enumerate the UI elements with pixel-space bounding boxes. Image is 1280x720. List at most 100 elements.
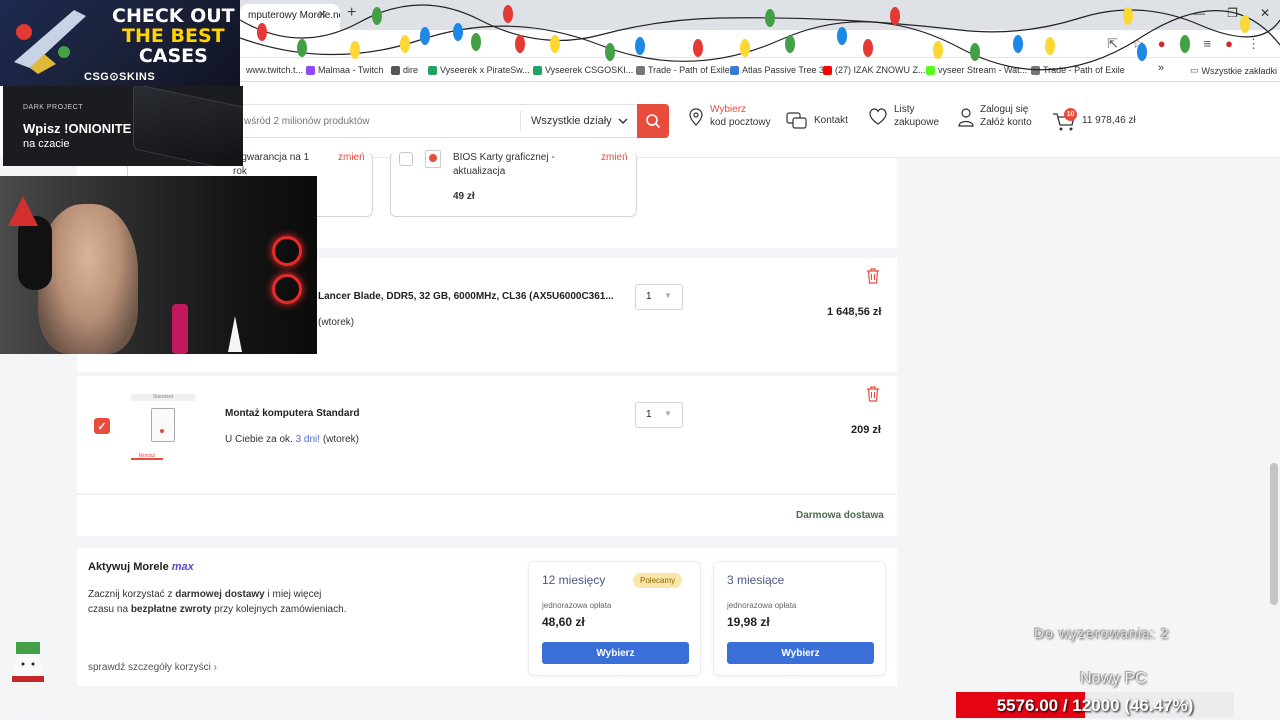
shopping-lists-button[interactable]: Listy zakupowe [868, 104, 939, 129]
bios-price: 49 zł [453, 191, 475, 202]
benefits-details-link[interactable]: sprawdź szczegóły korzyści › [88, 662, 217, 673]
postal-line2: kod pocztowy [710, 116, 771, 128]
desc-text: i miej więcej [267, 589, 322, 600]
quantity-select[interactable]: 1 ▼ [635, 402, 683, 428]
product-thumbnail[interactable]: Standard Montaż [131, 392, 195, 462]
headphones-image [18, 216, 52, 290]
desc-text: przy kolejnych zamówieniach. [214, 604, 347, 615]
desc-text: Zacznij korzystać z [88, 589, 173, 600]
lists-line2: zakupowe [894, 116, 940, 128]
change-warranty-link[interactable]: zmień [338, 152, 365, 163]
search-box: Wszystkie działy [235, 104, 668, 138]
bios-service-box: BIOS Karty graficznej - aktualizacja zmi… [390, 150, 637, 217]
quantity-value: 1 [646, 409, 652, 420]
delivery-summary: Darmowa dostawa [77, 494, 897, 536]
plan-price: 19,98 zł [727, 615, 770, 629]
cart-count-badge: 10 [1064, 108, 1077, 121]
pc-fan-ring [272, 274, 302, 304]
free-delivery-label: Darmowa dostawa [796, 510, 884, 521]
lists-line1: Listy [894, 104, 915, 115]
santa-hat-icon [8, 196, 38, 226]
desc-bold: darmowej dostawy [175, 589, 265, 600]
keyboard-image [133, 86, 243, 166]
delivery-info: U Ciebie za ok. 3 dni! (wtorek) [225, 434, 359, 445]
quantity-value: 1 [646, 291, 652, 302]
department-label: Wszystkie działy [531, 115, 612, 127]
search-input[interactable] [236, 105, 520, 137]
plan-card-3m: 3 miesiące jednorazowa opłata 19,98 zł W… [713, 561, 886, 676]
christmas-tree-decoration [228, 316, 242, 352]
page-scrollbar[interactable] [1270, 463, 1278, 605]
quantity-select[interactable]: 1 ▼ [635, 284, 683, 310]
warranty-text: a gwarancja na 1 [233, 152, 310, 163]
plan-fee-label: jednorazowa opłata [727, 601, 797, 610]
csgoskins-ad-overlay: CHECK OUT THE BEST CASES CSG⊙SKINS [0, 0, 240, 86]
trash-icon[interactable] [866, 268, 880, 284]
select-plan-3m-button[interactable]: Wybierz [727, 642, 874, 664]
bios-checkbox[interactable] [399, 152, 413, 166]
item-price: 209 zł [851, 424, 881, 436]
plan-name: 12 miesięcy [542, 573, 606, 587]
plan-price: 48,60 zł [542, 615, 585, 629]
streamer-face [38, 204, 138, 354]
delivery-info: (wtorek) [318, 317, 355, 328]
webcam-overlay [0, 176, 317, 354]
user-icon [958, 107, 974, 127]
plan-name: 3 miesiące [727, 573, 785, 587]
dark-project-brand: DARK PROJECT [23, 104, 84, 111]
thumb-top-label: Standard [131, 394, 195, 401]
contact-button[interactable]: Kontakt [786, 112, 848, 130]
pc-fan-ring [272, 236, 302, 266]
cart-button[interactable]: 10 11 978,46 zł [1052, 108, 1136, 131]
bios-thumb-icon [425, 150, 441, 168]
chevron-down-icon: ▼ [664, 291, 672, 300]
change-bios-link[interactable]: zmień [601, 152, 628, 163]
csgo-headline: CHECK OUT THE BEST CASES [112, 6, 235, 66]
search-icon [646, 114, 661, 129]
delivery-days: 3 dni! [295, 434, 321, 445]
goal-name: Nowy PC [1080, 670, 1147, 687]
login-line2: Załóż konto [980, 116, 1032, 128]
thumb-bottom-label: Montaż [131, 453, 163, 460]
csgo-line2: THE BEST [122, 25, 225, 47]
chat-icon [786, 112, 807, 129]
login-line1: Zaloguj się [980, 104, 1029, 115]
plan-fee-label: jednorazowa opłata [542, 601, 612, 610]
trash-icon[interactable] [866, 386, 880, 402]
postal-code-button[interactable]: Wybierz kod pocztowy [688, 104, 771, 129]
max-description: Zacznij korzystać z darmowej dostawy i m… [88, 587, 346, 617]
csgo-line3: CASES [138, 45, 208, 67]
product-title[interactable]: Lancer Blade, DDR5, 32 GB, 6000MHz, CL36… [318, 291, 614, 302]
desc-text: czasu na [88, 604, 129, 615]
plan-card-12m: 12 miesięcy Polecamy jednorazowa opłata … [528, 561, 701, 676]
max-logo: max [171, 561, 194, 573]
search-button[interactable] [637, 104, 669, 138]
csgo-line1: CHECK OUT [112, 5, 235, 27]
select-plan-12m-button[interactable]: Wybierz [542, 642, 689, 664]
csgoskins-logo: CSG⊙SKINS [84, 71, 156, 83]
reset-timer-text: Do wyzerowania: 2 [1034, 625, 1170, 641]
cart-item-assembly: ✓ Standard Montaż Montaż komputera Stand… [77, 376, 897, 493]
department-select[interactable]: Wszystkie działy [520, 111, 636, 131]
microphone-image [172, 304, 188, 354]
chevron-down-icon: ▼ [664, 409, 672, 418]
product-title[interactable]: Montaż komputera Standard [225, 408, 359, 419]
delivery-prefix: U Ciebie za ok. [225, 434, 293, 445]
delivery-tail: (wtorek) [322, 434, 359, 445]
desc-bold: bezpłatne zwroty [130, 604, 212, 615]
max-title: Aktywuj Morele max [88, 561, 194, 573]
postal-line1: Wybierz [710, 104, 747, 115]
cart-icon-wrap: 10 [1052, 108, 1077, 131]
bios-title-line1: BIOS Karty graficznej - [453, 152, 555, 163]
contact-label: Kontakt [814, 114, 848, 126]
knife-art-icon [14, 10, 86, 74]
heart-icon [869, 107, 887, 125]
goal-progress-text: 5576.00 / 12000 (46.47%) [996, 696, 1194, 715]
dark-project-ad-overlay: DARK PROJECT Wpisz !ONIONITE na czacie [3, 86, 243, 166]
snowman-icon [8, 642, 48, 716]
details-link-label: sprawdź szczegóły korzyści [88, 662, 211, 673]
location-pin-icon [689, 107, 703, 126]
cart-total: 11 978,46 zł [1082, 114, 1136, 126]
login-button[interactable]: Zaloguj się Załóż konto [958, 104, 1032, 129]
item-checkbox[interactable]: ✓ [94, 418, 110, 434]
